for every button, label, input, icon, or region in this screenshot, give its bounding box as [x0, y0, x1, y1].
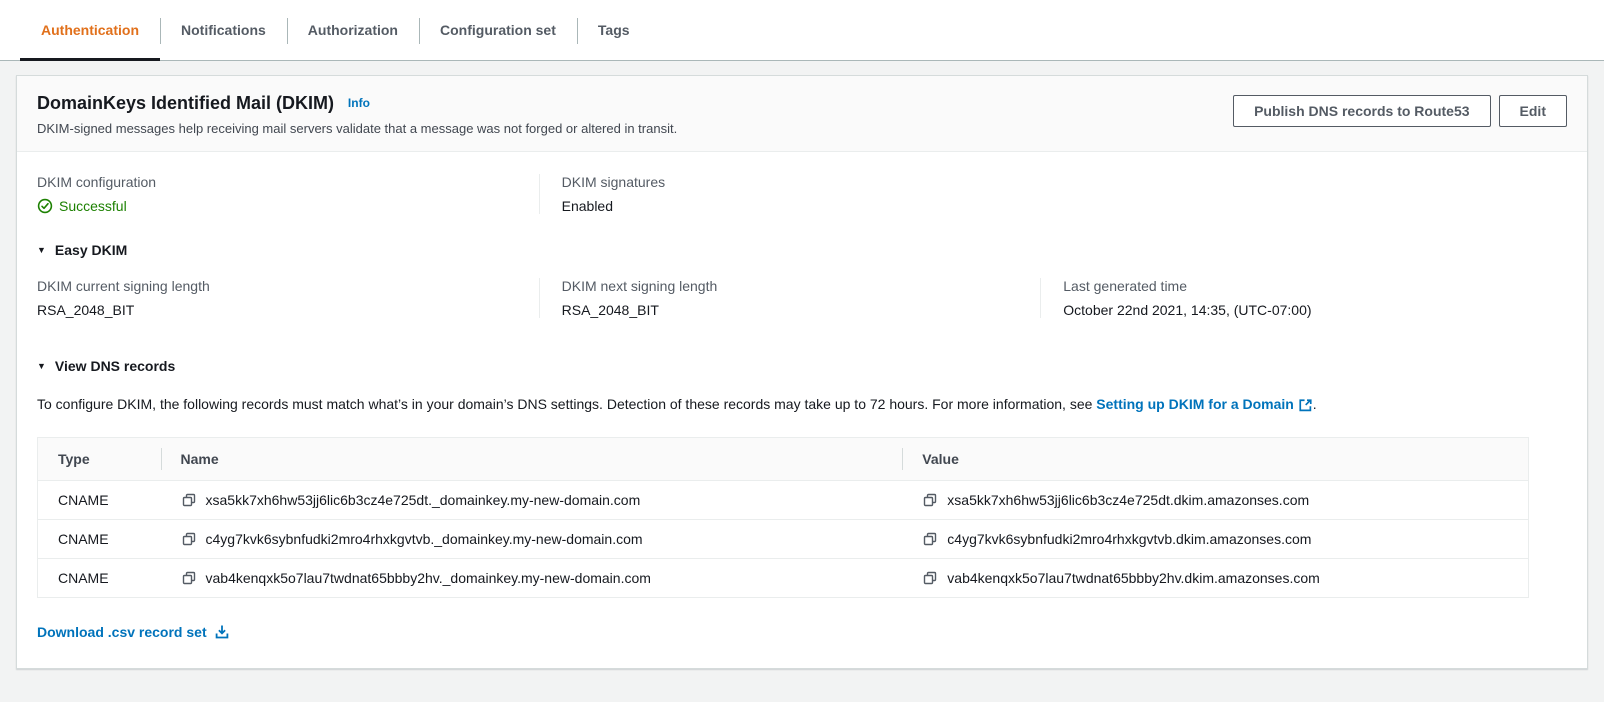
- record-name-cell: c4yg7kvk6sybnfudki2mro4rhxkgvtvb._domain…: [161, 519, 903, 558]
- view-dns-records-section-label: View DNS records: [55, 358, 175, 374]
- easy-dkim-fields-row: DKIM current signing length RSA_2048_BIT…: [37, 278, 1567, 318]
- dkim-panel-heading-block: DomainKeys Identified Mail (DKIM) Info D…: [37, 93, 677, 136]
- dkim-panel-header: DomainKeys Identified Mail (DKIM) Info D…: [17, 76, 1587, 152]
- record-name-text: xsa5kk7xh6hw53jj6lic6b3cz4e725dt._domain…: [206, 492, 641, 508]
- tab-tags[interactable]: Tags: [577, 0, 651, 60]
- copy-icon[interactable]: [922, 531, 938, 547]
- table-row: CNAME vab4kenqxk5o7lau7twdnat65bbby2hv._…: [38, 558, 1529, 597]
- header-actions: Publish DNS records to Route53 Edit: [1233, 95, 1567, 127]
- record-type-cell: CNAME: [38, 480, 161, 519]
- record-value-cell: c4yg7kvk6sybnfudki2mro4rhxkgvtvb.dkim.am…: [902, 519, 1528, 558]
- record-type-cell: CNAME: [38, 519, 161, 558]
- column-header-value: Value: [902, 437, 1528, 480]
- view-dns-records-expander[interactable]: ▼ View DNS records: [37, 358, 1567, 374]
- dns-intro-suffix: .: [1313, 396, 1317, 412]
- tab-configuration-set[interactable]: Configuration set: [419, 0, 577, 60]
- copy-icon[interactable]: [922, 492, 938, 508]
- dns-records-table-wrap: Type Name Value CNAME xsa5kk7xh6hw53jj6l…: [37, 437, 1529, 598]
- dns-records-table: Type Name Value CNAME xsa5kk7xh6hw53jj6l…: [37, 437, 1529, 598]
- setting-up-dkim-link[interactable]: Setting up DKIM for a Domain: [1096, 396, 1294, 412]
- dkim-status-row: DKIM configuration Successful DKIM signa…: [37, 174, 1567, 214]
- download-csv-label: Download .csv record set: [37, 624, 207, 640]
- copy-icon[interactable]: [181, 492, 197, 508]
- dns-intro-prefix: To configure DKIM, the following records…: [37, 396, 1096, 412]
- field-value: October 22nd 2021, 14:35, (UTC-07:00): [1063, 302, 1543, 318]
- record-value-text: vab4kenqxk5o7lau7twdnat65bbby2hv.dkim.am…: [947, 570, 1320, 586]
- tab-authentication[interactable]: Authentication: [20, 0, 160, 60]
- record-value-text: c4yg7kvk6sybnfudki2mro4rhxkgvtvb.dkim.am…: [947, 531, 1311, 547]
- record-name-cell: vab4kenqxk5o7lau7twdnat65bbby2hv._domain…: [161, 558, 903, 597]
- field-value: RSA_2048_BIT: [37, 302, 515, 318]
- external-link-icon[interactable]: [1298, 398, 1313, 413]
- column-header-name: Name: [161, 437, 903, 480]
- record-name-cell: xsa5kk7xh6hw53jj6lic6b3cz4e725dt._domain…: [161, 480, 903, 519]
- easy-dkim-section-label: Easy DKIM: [55, 242, 127, 258]
- view-dns-records-section: ▼ View DNS records To configure DKIM, th…: [37, 358, 1567, 640]
- easy-dkim-expander[interactable]: ▼ Easy DKIM: [37, 242, 1567, 258]
- info-link[interactable]: Info: [348, 96, 370, 110]
- dkim-signatures-field: DKIM signatures Enabled: [539, 174, 1041, 214]
- record-type-cell: CNAME: [38, 558, 161, 597]
- record-name-text: c4yg7kvk6sybnfudki2mro4rhxkgvtvb._domain…: [206, 531, 643, 547]
- table-row: CNAME xsa5kk7xh6hw53jj6lic6b3cz4e725dt._…: [38, 480, 1529, 519]
- tab-bar: Authentication Notifications Authorizati…: [0, 0, 1604, 61]
- success-check-icon: [37, 198, 53, 214]
- download-icon: [214, 624, 230, 640]
- copy-icon[interactable]: [181, 570, 197, 586]
- copy-icon[interactable]: [922, 570, 938, 586]
- copy-icon[interactable]: [181, 531, 197, 547]
- record-value-text: xsa5kk7xh6hw53jj6lic6b3cz4e725dt.dkim.am…: [947, 492, 1309, 508]
- dkim-configuration-label: DKIM configuration: [37, 174, 515, 190]
- table-header-row: Type Name Value: [38, 437, 1529, 480]
- publish-dns-records-button[interactable]: Publish DNS records to Route53: [1233, 95, 1490, 127]
- tab-notifications[interactable]: Notifications: [160, 0, 287, 60]
- download-csv-link[interactable]: Download .csv record set: [37, 624, 230, 640]
- record-name-text: vab4kenqxk5o7lau7twdnat65bbby2hv._domain…: [206, 570, 651, 586]
- chevron-down-icon: ▼: [37, 246, 46, 255]
- dkim-configuration-field: DKIM configuration Successful: [37, 174, 539, 214]
- panel-description: DKIM-signed messages help receiving mail…: [37, 121, 677, 136]
- edit-button[interactable]: Edit: [1499, 95, 1567, 127]
- last-generated-time-field: Last generated time October 22nd 2021, 1…: [1040, 278, 1567, 318]
- dkim-signatures-value: Enabled: [562, 198, 1017, 214]
- dns-intro-text: To configure DKIM, the following records…: [37, 396, 1567, 413]
- status-text: Successful: [59, 198, 127, 214]
- dkim-configuration-value: Successful: [37, 198, 515, 214]
- dkim-current-signing-length-field: DKIM current signing length RSA_2048_BIT: [37, 278, 539, 318]
- chevron-down-icon: ▼: [37, 362, 46, 371]
- dkim-next-signing-length-field: DKIM next signing length RSA_2048_BIT: [539, 278, 1041, 318]
- field-value: RSA_2048_BIT: [562, 302, 1017, 318]
- easy-dkim-section: ▼ Easy DKIM DKIM current signing length …: [37, 242, 1567, 318]
- dkim-panel-body: DKIM configuration Successful DKIM signa…: [17, 152, 1587, 668]
- dkim-panel: DomainKeys Identified Mail (DKIM) Info D…: [16, 75, 1588, 669]
- column-header-type: Type: [38, 437, 161, 480]
- dkim-signatures-label: DKIM signatures: [562, 174, 1017, 190]
- field-label: DKIM next signing length: [562, 278, 1017, 294]
- record-value-cell: xsa5kk7xh6hw53jj6lic6b3cz4e725dt.dkim.am…: [902, 480, 1528, 519]
- empty-cell: [1040, 174, 1567, 214]
- page-title: DomainKeys Identified Mail (DKIM): [37, 93, 334, 113]
- field-label: Last generated time: [1063, 278, 1543, 294]
- tab-authorization[interactable]: Authorization: [287, 0, 419, 60]
- table-row: CNAME c4yg7kvk6sybnfudki2mro4rhxkgvtvb._…: [38, 519, 1529, 558]
- field-label: DKIM current signing length: [37, 278, 515, 294]
- record-value-cell: vab4kenqxk5o7lau7twdnat65bbby2hv.dkim.am…: [902, 558, 1528, 597]
